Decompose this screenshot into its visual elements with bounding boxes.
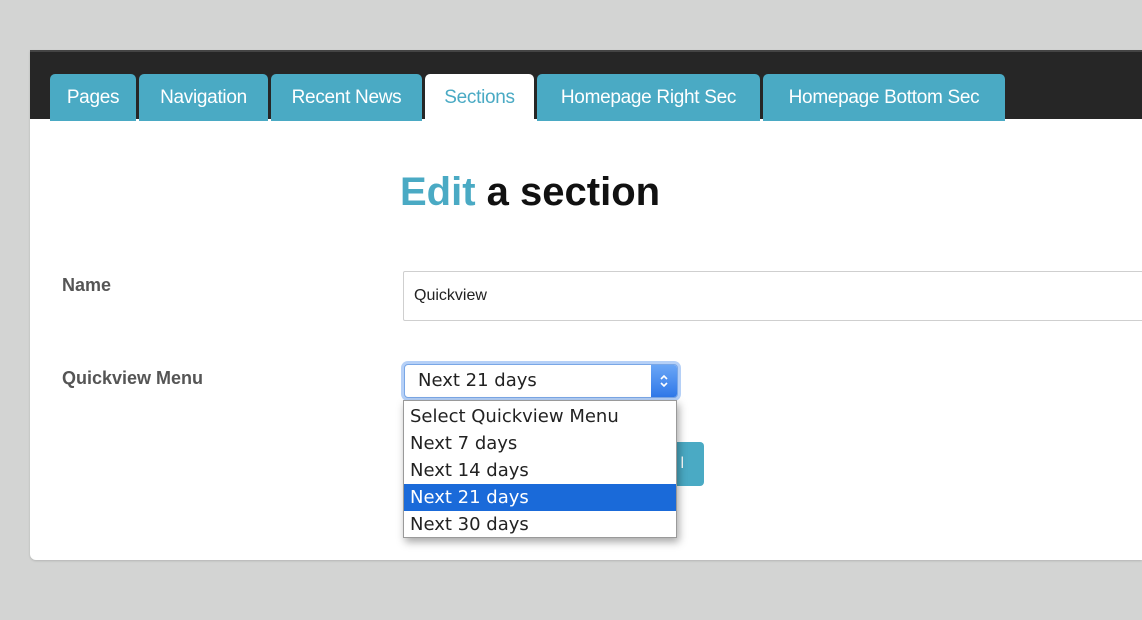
option-next-14-days[interactable]: Next 14 days <box>404 457 676 484</box>
option-next-30-days[interactable]: Next 30 days <box>404 511 676 538</box>
tab-homepage-bottom-sec[interactable]: Homepage Bottom Sec <box>763 74 1005 121</box>
chevron-up-down-icon <box>651 365 677 397</box>
tab-homepage-right-sec[interactable]: Homepage Right Sec <box>537 74 760 121</box>
tab-navigation[interactable]: Navigation <box>139 74 268 121</box>
option-next-7-days[interactable]: Next 7 days <box>404 430 676 457</box>
quickview-menu-dropdown: Select Quickview Menu Next 7 days Next 1… <box>403 400 677 538</box>
page-title: Edit a section <box>400 170 660 215</box>
option-select-quickview-menu[interactable]: Select Quickview Menu <box>404 403 676 430</box>
option-next-21-days[interactable]: Next 21 days <box>404 484 676 511</box>
tab-recent-news[interactable]: Recent News <box>271 74 422 121</box>
tab-sections[interactable]: Sections <box>425 74 534 121</box>
page-title-rest: a section <box>475 170 661 214</box>
quickview-menu-selected-value: Next 21 days <box>418 370 537 391</box>
quickview-menu-label: Quickview Menu <box>62 368 204 388</box>
edit-section-panel: Pages Navigation Recent News Sections Ho… <box>30 50 1142 560</box>
name-field[interactable]: Quickview <box>403 271 1142 321</box>
name-label: Name <box>62 275 112 295</box>
page-title-accent: Edit <box>400 170 476 214</box>
tab-pages[interactable]: Pages <box>50 74 136 121</box>
quickview-menu-select[interactable]: Next 21 days <box>404 364 678 398</box>
tab-bar: Pages Navigation Recent News Sections Ho… <box>30 50 1142 121</box>
